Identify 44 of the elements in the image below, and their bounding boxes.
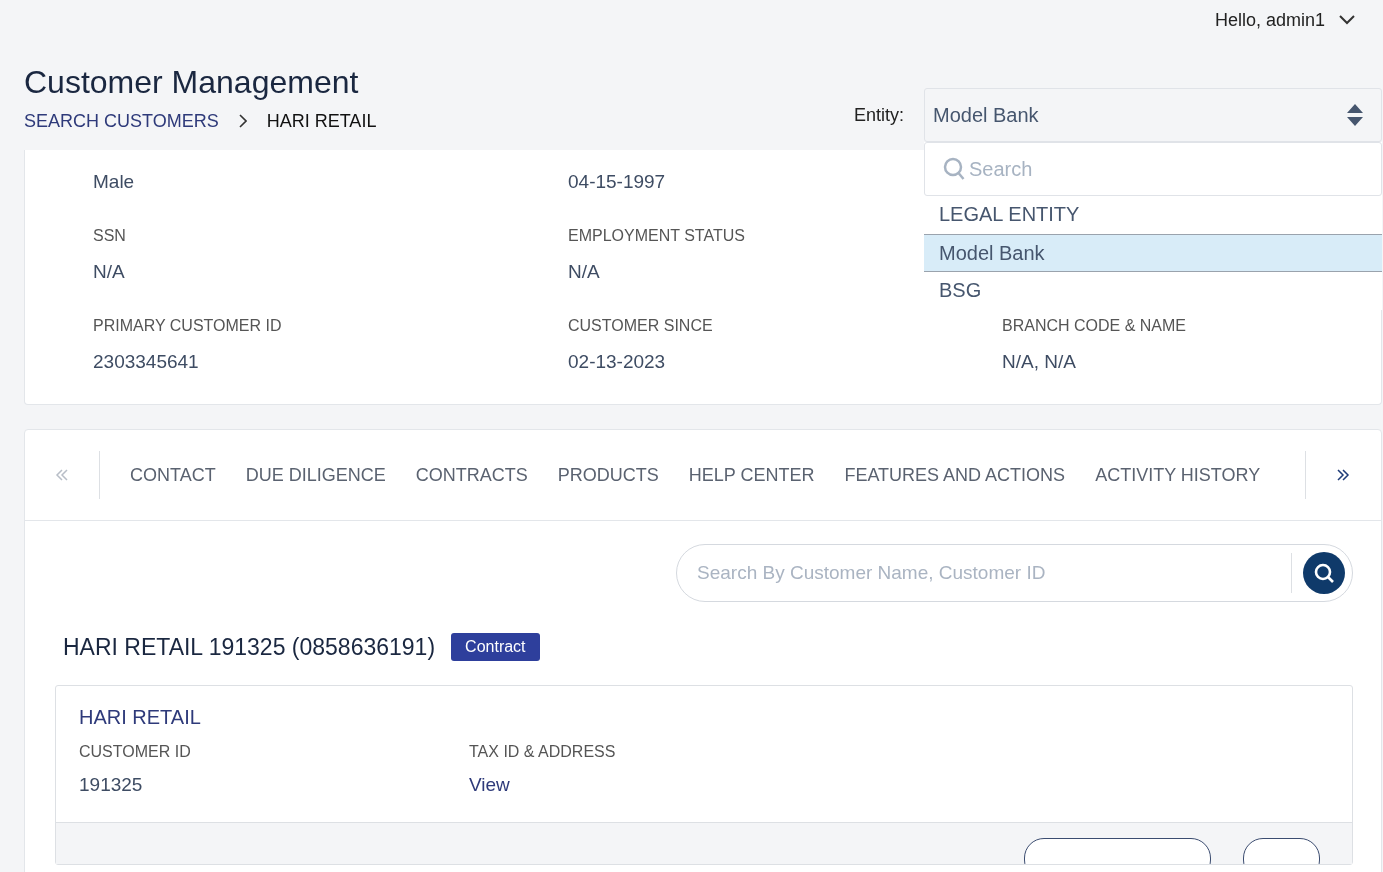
- sort-arrows-icon: [1347, 104, 1363, 126]
- double-chevron-left-icon: [55, 469, 69, 481]
- customer-name: HARI RETAIL: [79, 706, 201, 729]
- breadcrumb-item[interactable]: SEARCH CUSTOMERS: [24, 111, 219, 131]
- entity-select[interactable]: Model Bank: [924, 88, 1382, 142]
- field-value: Male: [93, 171, 135, 193]
- field-value: 191325: [79, 774, 143, 796]
- field-value: N/A: [93, 261, 125, 283]
- field-label: SSN: [93, 226, 126, 246]
- chevron-right-icon: [238, 114, 247, 128]
- tab[interactable]: ACTIVITY HISTORY: [1095, 464, 1261, 486]
- field-value: 02-13-2023: [568, 351, 666, 373]
- tab[interactable]: CONTACT: [130, 464, 216, 486]
- double-chevron-right-icon: [1336, 469, 1350, 481]
- tab[interactable]: PRODUCTS: [557, 464, 659, 486]
- field-value: 2303345641: [93, 351, 199, 373]
- entity-label: Entity:: [853, 104, 904, 126]
- field-label: BRANCH CODE & NAME: [1002, 316, 1187, 336]
- tab[interactable]: HELP CENTER: [688, 464, 815, 486]
- field-label: EMPLOYMENT STATUS: [568, 226, 745, 246]
- contract-badge: Contract: [451, 633, 540, 661]
- field-value: N/A: [568, 261, 600, 283]
- chevron-down-icon[interactable]: [1339, 15, 1355, 25]
- page-title: Customer Management: [24, 63, 359, 102]
- breadcrumb-item: HARI RETAIL: [266, 111, 377, 131]
- contract-title: HARI RETAIL 191325 (0858636191): [63, 633, 436, 661]
- user-greeting: Hello, admin1: [1214, 9, 1325, 31]
- field-label: CUSTOMER SINCE: [568, 316, 713, 336]
- field-value: N/A, N/A: [1002, 351, 1076, 373]
- field-label: PRIMARY CUSTOMER ID: [93, 316, 282, 336]
- dropdown-option[interactable]: LEGAL ENTITY: [924, 196, 1382, 234]
- search-box[interactable]: Search: [924, 142, 1382, 196]
- dropdown-option[interactable]: Model Bank: [924, 234, 1382, 272]
- field-label: TAX ID & ADDRESS: [469, 743, 616, 761]
- view-link[interactable]: View: [469, 774, 510, 796]
- dropdown-option[interactable]: BSG: [924, 272, 1382, 310]
- search-button[interactable]: [1303, 552, 1345, 594]
- field-value: 04-15-1997: [568, 171, 666, 193]
- search-icon: [943, 157, 965, 181]
- field-label: CUSTOMER ID: [79, 743, 191, 761]
- tab[interactable]: DUE DILIGENCE: [245, 464, 386, 486]
- tab[interactable]: FEATURES AND ACTIONS: [844, 464, 1066, 486]
- tab[interactable]: CONTRACTS: [415, 464, 528, 486]
- search-icon: [1313, 562, 1335, 584]
